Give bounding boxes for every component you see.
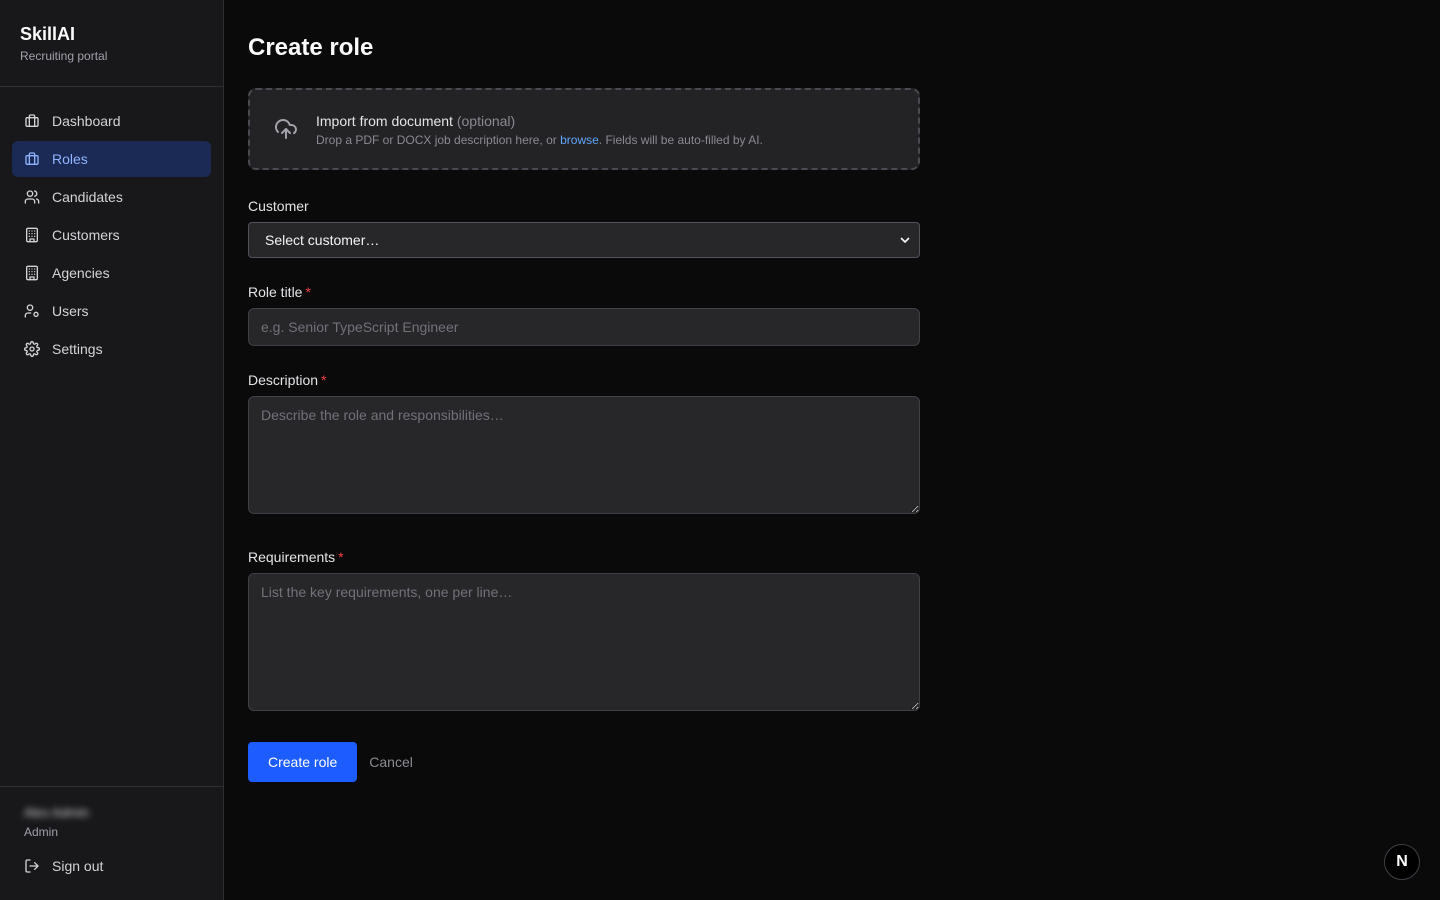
create-role-button[interactable]: Create role <box>248 742 358 782</box>
chevron-down-icon <box>899 234 911 246</box>
description-label: Description * <box>248 370 920 390</box>
description-label-text: Description <box>248 372 319 388</box>
sidebar-item-settings[interactable]: Settings <box>12 331 211 367</box>
customer-label: Customer <box>248 198 309 214</box>
form-actions: Create role Cancel <box>248 742 1416 782</box>
required-marker: * <box>338 549 344 565</box>
sign-out-label: Sign out <box>52 858 104 874</box>
requirements-label: Requirements * <box>248 547 920 567</box>
brand-subtitle: Recruiting portal <box>20 49 108 63</box>
customer-select-value: Select customer… <box>265 232 380 248</box>
logout-icon <box>24 858 40 874</box>
browse-link[interactable]: browse <box>560 133 599 147</box>
gear-icon <box>24 341 40 357</box>
brand: SkillAI Recruiting portal <box>0 0 223 87</box>
brand-name: SkillAI <box>20 24 76 44</box>
briefcase-icon <box>24 151 40 167</box>
user-cog-icon <box>24 303 40 319</box>
sidebar-item-roles[interactable]: Roles <box>12 141 211 177</box>
sidebar-item-agencies[interactable]: Agencies <box>12 255 211 291</box>
customer-select[interactable]: Select customer… <box>248 222 920 258</box>
sidebar-item-label: Agencies <box>52 265 110 281</box>
requirements-textarea[interactable] <box>248 573 920 711</box>
import-optional: (optional) <box>456 112 516 129</box>
role-title-label-text: Role title <box>248 284 303 300</box>
building-icon <box>24 265 40 281</box>
required-marker: * <box>321 372 327 388</box>
import-sub-after: . Fields will be auto-filled by AI. <box>598 132 763 147</box>
import-title-text: Import from document <box>316 112 453 129</box>
sign-out-button[interactable]: Sign out <box>12 848 211 884</box>
user-name: Alex Admin <box>24 805 90 820</box>
import-title: Import from document (optional) <box>316 111 763 131</box>
sidebar-item-label: Customers <box>52 227 120 243</box>
sidebar-item-users[interactable]: Users <box>12 293 211 329</box>
app-root: SkillAI Recruiting portal Dashboard Role… <box>0 0 1440 900</box>
main-content: Create role Import from document (option… <box>224 0 1440 900</box>
import-sub-before: Drop a PDF or DOCX job description here,… <box>316 132 561 147</box>
sidebar-item-dashboard[interactable]: Dashboard <box>12 103 211 139</box>
building-icon <box>24 227 40 243</box>
dev-tools-badge[interactable]: N <box>1384 844 1420 880</box>
import-dropzone[interactable]: Import from document (optional) Drop a P… <box>248 88 920 170</box>
import-subtitle: Drop a PDF or DOCX job description here,… <box>316 132 763 148</box>
sidebar-nav: Dashboard Roles Candidates Customers Age… <box>0 87 223 786</box>
sidebar: SkillAI Recruiting portal Dashboard Role… <box>0 0 224 900</box>
customer-field: Customer Select customer… <box>248 196 920 258</box>
page-title: Create role <box>248 34 374 61</box>
briefcase-icon <box>24 113 40 129</box>
cloud-upload-icon <box>274 117 298 141</box>
user-role: Admin <box>24 825 59 839</box>
sidebar-item-label: Dashboard <box>52 113 121 129</box>
required-marker: * <box>305 284 311 300</box>
sidebar-item-label: Settings <box>52 341 103 357</box>
import-text: Import from document (optional) Drop a P… <box>316 111 763 148</box>
description-field: Description * <box>248 370 920 514</box>
role-title-label: Role title * <box>248 282 920 302</box>
cancel-button[interactable]: Cancel <box>369 754 413 770</box>
description-textarea[interactable] <box>248 396 920 514</box>
sidebar-item-label: Users <box>52 303 89 319</box>
sidebar-item-label: Roles <box>52 151 88 167</box>
requirements-field: Requirements * <box>248 547 920 711</box>
users-icon <box>24 189 40 205</box>
sidebar-footer: Alex Admin Admin Sign out <box>0 786 223 900</box>
role-title-field: Role title * <box>248 282 920 346</box>
role-title-input[interactable] <box>248 308 920 346</box>
requirements-label-text: Requirements <box>248 549 336 565</box>
sidebar-item-label: Candidates <box>52 189 123 205</box>
sidebar-item-customers[interactable]: Customers <box>12 217 211 253</box>
sidebar-item-candidates[interactable]: Candidates <box>12 179 211 215</box>
